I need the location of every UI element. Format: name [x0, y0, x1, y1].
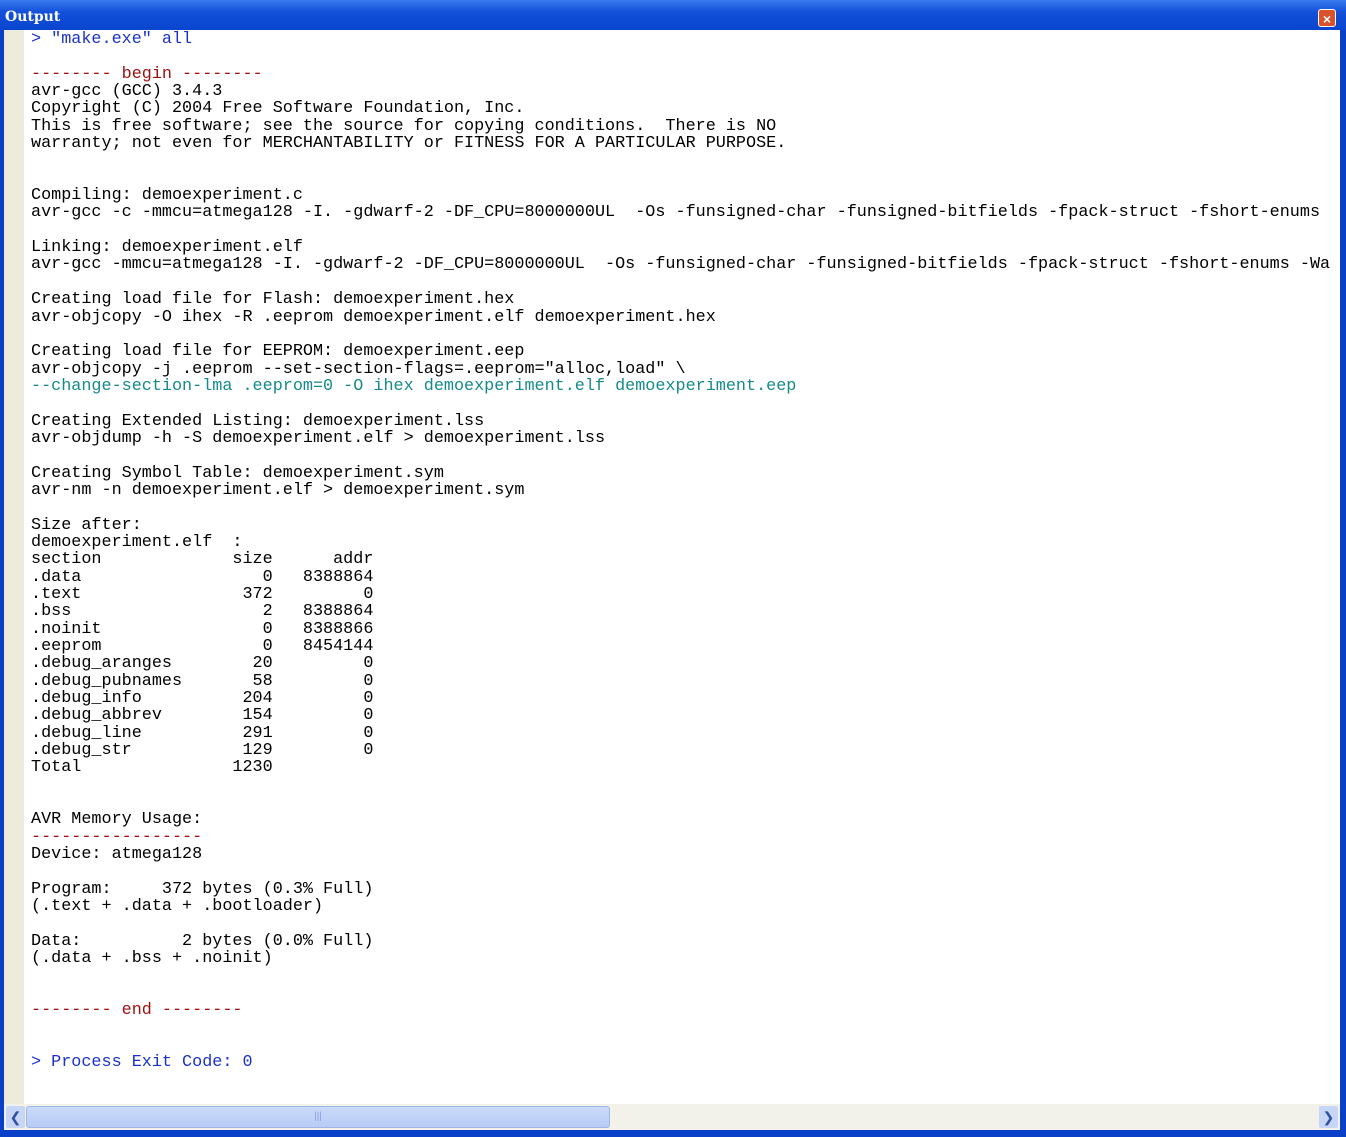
- gutter: [4, 30, 24, 1104]
- output-line: This is free software; see the source fo…: [31, 116, 777, 136]
- output-panel: > "make.exe" all -------- begin -------- a…: [4, 30, 1340, 1104]
- output-line: .debug_abbrev 154 0: [31, 706, 374, 726]
- output-line: Total 1230: [31, 758, 273, 778]
- output-line: -------- begin --------: [31, 64, 263, 84]
- output-line: avr-gcc -mmcu=atmega128 -I. -gdwarf-2 -D…: [31, 255, 1331, 275]
- output-line: Program: 372 bytes (0.3% Full): [31, 879, 374, 899]
- scroll-right-button[interactable]: ❯: [1319, 1106, 1338, 1128]
- output-line: Creating Extended Listing: demoexperimen…: [31, 411, 485, 431]
- output-line: > Process Exit Code: 0: [31, 1053, 253, 1073]
- horizontal-scrollbar[interactable]: ❮ ||| ❯: [4, 1104, 1340, 1130]
- chevron-right-icon: ❯: [1322, 1109, 1335, 1125]
- output-line: AVR Memory Usage:: [31, 810, 203, 830]
- output-line: .data 0 8388864: [31, 567, 374, 587]
- output-line: .debug_line 291 0: [31, 723, 374, 743]
- output-line: .debug_info 204 0: [31, 689, 374, 709]
- output-line: (.data + .bss + .noinit): [31, 949, 273, 969]
- output-line: avr-gcc -c -mmcu=atmega128 -I. -gdwarf-2…: [31, 203, 1321, 223]
- output-line: Size after:: [31, 515, 142, 535]
- output-line: Copyright (C) 2004 Free Software Foundat…: [31, 99, 525, 119]
- output-line: .noinit 0 8388866: [31, 619, 374, 639]
- close-button[interactable]: ×: [1318, 9, 1336, 27]
- output-line: avr-objdump -h -S demoexperiment.elf > d…: [31, 428, 606, 448]
- output-line: section size addr: [31, 550, 374, 570]
- output-line: Linking: demoexperiment.elf: [31, 238, 303, 258]
- output-line: .debug_str 129 0: [31, 741, 374, 761]
- output-line: Creating Symbol Table: demoexperiment.sy…: [31, 463, 444, 483]
- scrollbar-thumb[interactable]: |||: [26, 1106, 610, 1128]
- window-title: Output: [5, 9, 61, 25]
- output-line: Creating load file for EEPROM: demoexper…: [31, 342, 525, 362]
- output-line: --change-section-lma .eeprom=0 -O ihex d…: [31, 376, 797, 396]
- output-line: warranty; not even for MERCHANTABILITY o…: [31, 134, 787, 154]
- output-line: > "make.exe" all: [31, 30, 193, 49]
- output-line: demoexperiment.elf :: [31, 532, 243, 552]
- chevron-left-icon: ❮: [9, 1109, 22, 1125]
- output-text[interactable]: > "make.exe" all -------- begin -------- a…: [31, 31, 1330, 1072]
- output-line: avr-nm -n demoexperiment.elf > demoexper…: [31, 480, 525, 500]
- output-line: .text 372 0: [31, 585, 374, 604]
- output-line: avr-gcc (GCC) 3.4.3: [31, 82, 223, 102]
- output-line: Creating load file for Flash: demoexperi…: [31, 290, 515, 310]
- output-line: Data: 2 bytes (0.0% Full): [31, 931, 374, 951]
- output-line: Device: atmega128: [31, 845, 203, 865]
- title-bar: Output ×: [0, 0, 1346, 30]
- output-line: Compiling: demoexperiment.c: [31, 186, 303, 206]
- output-line: (.text + .data + .bootloader): [31, 897, 324, 917]
- close-icon: ×: [1322, 11, 1332, 27]
- output-line: -------- end --------: [31, 1001, 243, 1021]
- output-line: avr-objcopy -O ihex -R .eeprom demoexper…: [31, 307, 716, 327]
- output-line: .bss 2 8388864: [31, 602, 374, 622]
- output-line: .eeprom 0 8454144: [31, 637, 374, 657]
- output-line: -----------------: [31, 827, 203, 847]
- scroll-left-button[interactable]: ❮: [6, 1106, 25, 1128]
- output-line: .debug_aranges 20 0: [31, 654, 374, 674]
- output-line: avr-objcopy -j .eeprom --set-section-fla…: [31, 359, 686, 379]
- output-line: .debug_pubnames 58 0: [31, 671, 374, 691]
